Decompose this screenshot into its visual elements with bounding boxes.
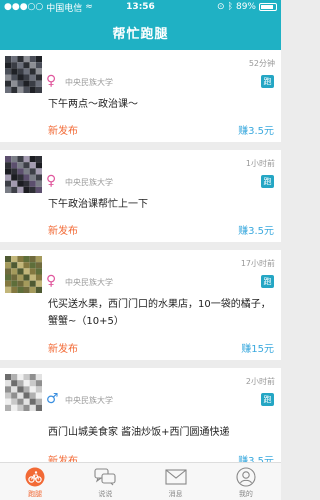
school-label: 中央民族大学 [65,396,113,405]
status-bar: ●●●○○ 中国电信 ≈ 13:56 ⊙ ᛒ 89% [0,0,281,14]
bike-icon [24,467,46,487]
post-card[interactable]: 52分钟 ♀ 中央民族大学 跑 下午两点～政治课～ 新发布 赚3.5元 [0,50,281,142]
errand-tag: 跑 [261,75,274,88]
lock-rotation-icon: ⊙ [217,2,225,12]
post-status: 新发布 [48,226,78,237]
tab-label: 跑腿 [28,490,43,498]
post-card[interactable]: 1小时前 ♀ 中央民族大学 跑 下午政治课帮忙上一下 新发布 赚3.5元 [0,150,281,242]
errand-feed[interactable]: 52分钟 ♀ 中央民族大学 跑 下午两点～政治课～ 新发布 赚3.5元 1小时前… [0,50,281,462]
school-label: 中央民族大学 [65,278,113,287]
post-status: 新发布 [48,126,78,137]
tab-messages[interactable]: 消息 [141,463,211,500]
post-reward: 赚3.5元 [238,226,274,237]
wifi-icon: ≈ [85,2,93,12]
nav-bar: 帮忙跑腿 [0,14,281,50]
status-left: ●●●○○ 中国电信 ≈ [4,1,104,14]
post-status: 新发布 [48,344,78,355]
battery-percent: 89% [235,2,256,12]
tab-label: 我的 [238,490,253,498]
tab-label: 消息 [168,490,183,498]
post-reward: 赚3.5元 [238,456,274,462]
tab-label: 说说 [98,490,113,498]
avatar[interactable] [5,256,42,293]
envelope-icon [165,467,187,487]
post-card[interactable]: 2小时前 ♂ 中央民族大学 跑 西门山城美食家 酱油炒饭+西门圆通快递 新发布 … [0,368,281,462]
signal-icon: ●●●○○ [4,2,44,12]
post-content: 西门山城美食家 酱油炒饭+西门圆通快递 [48,427,230,438]
tab-bar: 跑腿 说说 消息 我的 [0,462,281,500]
tab-profile[interactable]: 我的 [211,463,281,500]
chat-bubbles-icon [94,467,116,487]
school-label: 中央民族大学 [65,78,113,87]
status-right: ⊙ ᛒ 89% [177,2,277,12]
female-icon: ♀ [46,273,57,289]
avatar[interactable] [5,56,42,93]
carrier-label: 中国电信 [46,3,83,14]
page-title: 帮忙跑腿 [112,26,169,42]
post-content: 代买送水果，西门门口的水果店，10一袋的橘子，蟹蟹~（10+5） [48,299,271,327]
post-time: 17小时前 [240,259,275,268]
status-time: 13:56 [126,2,155,12]
tab-posts[interactable]: 说说 [70,463,140,500]
female-icon: ♀ [46,173,57,189]
post-card[interactable]: 17小时前 ♀ 中央民族大学 跑 代买送水果，西门门口的水果店，10一袋的橘子，… [0,250,281,360]
post-reward: 赚15元 [241,344,274,355]
post-content: 下午政治课帮忙上一下 [48,199,148,210]
post-time: 2小时前 [245,377,275,386]
bluetooth-icon: ᛒ [227,2,233,12]
post-content: 下午两点～政治课～ [48,99,138,110]
avatar[interactable] [5,156,42,193]
errand-tag: 跑 [261,393,274,406]
post-reward: 赚3.5元 [238,126,274,137]
avatar[interactable] [5,374,42,411]
post-time: 52分钟 [248,59,275,68]
profile-icon [235,467,257,487]
post-time: 1小时前 [245,159,275,168]
errand-tag: 跑 [261,275,274,288]
tab-errand[interactable]: 跑腿 [0,463,70,500]
male-icon: ♂ [46,391,59,407]
female-icon: ♀ [46,73,57,89]
post-status: 新发布 [48,456,78,462]
errand-tag: 跑 [261,175,274,188]
school-label: 中央民族大学 [65,178,113,187]
battery-icon [259,3,277,11]
